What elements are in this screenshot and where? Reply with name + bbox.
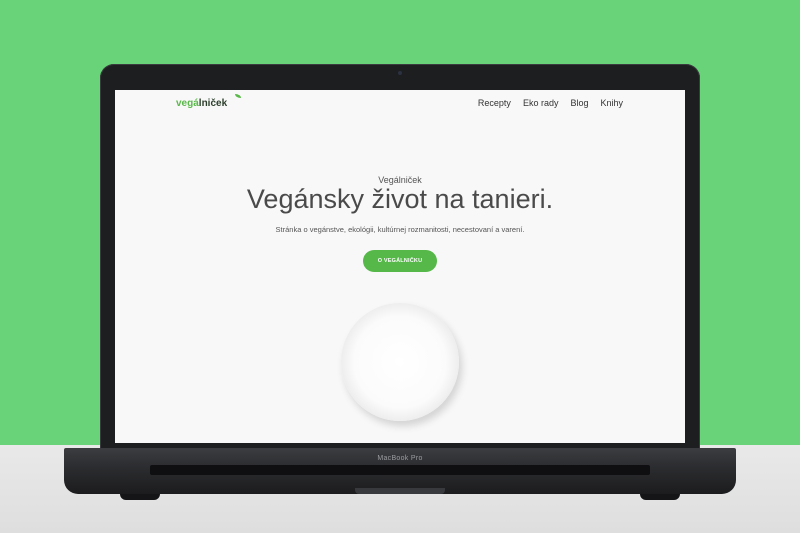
- nav-link-knihy[interactable]: Knihy: [600, 98, 623, 108]
- hero-title: Vegánsky život na tanieri.: [246, 184, 554, 214]
- camera-icon: [398, 71, 402, 75]
- laptop-lid: vegálniček Recepty Eko rady Blog Knihy V…: [100, 64, 700, 456]
- hero-subtitle: Stránka o vegánstve, ekológii, kultúrnej…: [275, 225, 525, 234]
- nav-link-blog[interactable]: Blog: [570, 98, 588, 108]
- site-logo[interactable]: vegálniček: [176, 98, 227, 109]
- main-nav: Recepty Eko rady Blog Knihy: [478, 98, 623, 108]
- site-header: vegálniček Recepty Eko rady Blog Knihy: [115, 90, 685, 120]
- keyboard-edge: [150, 465, 650, 475]
- about-button[interactable]: O VEGÁLNIČKU: [363, 250, 437, 272]
- device-model-label: MacBook Pro: [377, 455, 423, 462]
- laptop-screen: vegálniček Recepty Eko rady Blog Knihy V…: [115, 90, 685, 443]
- trackpad-notch: [355, 488, 445, 494]
- logo-text-dark: lniček: [198, 98, 228, 109]
- laptop-foot-right: [640, 494, 680, 500]
- logo-text-green: vegá: [176, 98, 199, 109]
- plate-image: [341, 303, 459, 421]
- laptop-foot-left: [120, 494, 160, 500]
- nav-link-recepty[interactable]: Recepty: [478, 98, 511, 108]
- nav-link-eko-rady[interactable]: Eko rady: [523, 98, 559, 108]
- leaf-icon: [235, 94, 241, 98]
